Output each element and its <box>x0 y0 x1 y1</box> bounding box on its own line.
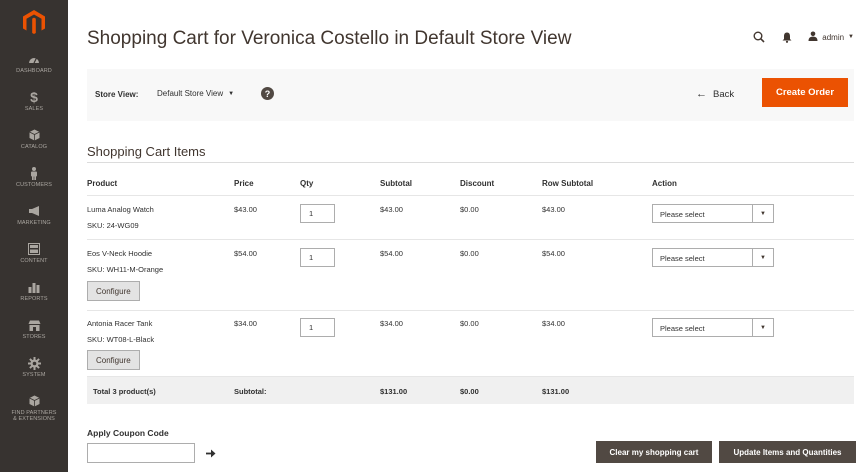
chevron-down-icon: ▼ <box>848 34 854 40</box>
product-sku: SKU: 24-WG09 <box>87 221 139 230</box>
col-product: Product <box>87 179 118 188</box>
row-subtotal-value: $43.00 <box>380 205 403 214</box>
back-label: Back <box>713 88 735 100</box>
table-footer: Total 3 product(s) Subtotal: $131.00 $0.… <box>87 376 854 404</box>
col-discount: Discount <box>460 179 495 188</box>
action-select-value: Please select <box>660 210 705 219</box>
sidebar-item-marketing[interactable]: Marketing <box>0 196 68 234</box>
sidebar-item-system[interactable]: System <box>0 348 68 386</box>
magento-logo[interactable] <box>0 0 68 44</box>
sidebar-item-content[interactable]: Content <box>0 234 68 272</box>
clear-cart-button[interactable]: Clear my shopping cart <box>596 441 712 463</box>
caret-down-icon: ▼ <box>228 90 235 97</box>
sidebar-item-dashboard[interactable]: Dashboard <box>0 44 68 82</box>
section-divider <box>87 162 854 163</box>
update-items-button[interactable]: Update Items and Quantities <box>719 441 856 463</box>
product-price: $43.00 <box>234 205 257 214</box>
product-price: $34.00 <box>234 319 257 328</box>
help-icon[interactable]: ? <box>261 87 274 100</box>
qty-input[interactable] <box>300 318 335 337</box>
sidebar-item-catalog[interactable]: Catalog <box>0 120 68 158</box>
subtotal-label: Subtotal: <box>234 387 267 396</box>
gear-icon <box>27 356 41 370</box>
product-sku: SKU: WT08-L-Black <box>87 335 155 344</box>
col-subtotal: Subtotal <box>380 179 412 188</box>
arrow-left-icon: ← <box>696 88 707 100</box>
product-sku: SKU: WH11-M-Orange <box>87 265 164 274</box>
table-row: Antonia Racer Tank SKU: WT08-L-Black Con… <box>87 310 854 376</box>
search-icon[interactable] <box>752 30 766 44</box>
page-actions-bar: Store View: Default Store View ▼ ? ← Bac… <box>87 69 854 121</box>
megaphone-icon <box>27 204 41 218</box>
store-view-switcher[interactable]: Default Store View ▼ <box>157 89 234 98</box>
back-button[interactable]: ← Back <box>696 88 734 100</box>
sidebar-item-stores[interactable]: Stores <box>0 310 68 348</box>
table-row: Eos V-Neck Hoodie SKU: WH11-M-Orange Con… <box>87 239 854 310</box>
caret-down-icon: ▼ <box>752 249 773 266</box>
sidebar-item-reports[interactable]: Reports <box>0 272 68 310</box>
caret-down-icon: ▼ <box>752 205 773 222</box>
qty-input[interactable] <box>300 248 335 267</box>
coupon-title: Apply Coupon Code <box>87 428 169 438</box>
product-name: Luma Analog Watch <box>87 205 154 214</box>
action-select[interactable]: Please select ▼ <box>652 204 774 223</box>
row-total-value: $43.00 <box>542 205 565 214</box>
user-name: admin <box>822 32 845 42</box>
action-select-value: Please select <box>660 254 705 263</box>
admin-sidebar: Dashboard $ Sales Catalog Customers Mark… <box>0 0 68 472</box>
caret-down-icon: ▼ <box>752 319 773 336</box>
coupon-code-input[interactable] <box>87 443 195 463</box>
sidebar-item-customers[interactable]: Customers <box>0 158 68 196</box>
magento-logo-icon <box>23 10 45 34</box>
row-total-value: $34.00 <box>542 319 565 328</box>
footer-row-subtotal: $131.00 <box>542 387 570 396</box>
product-name: Antonia Racer Tank <box>87 319 153 328</box>
sidebar-item-sales[interactable]: $ Sales <box>0 82 68 120</box>
col-qty: Qty <box>300 179 314 188</box>
col-row-subtotal: Row Subtotal <box>542 179 594 188</box>
product-name: Eos V-Neck Hoodie <box>87 249 153 258</box>
footer-discount: $0.00 <box>460 387 479 396</box>
user-menu[interactable]: admin ▼ <box>808 31 854 43</box>
action-select[interactable]: Please select ▼ <box>652 248 774 267</box>
dollar-icon: $ <box>30 89 38 105</box>
action-select[interactable]: Please select ▼ <box>652 318 774 337</box>
table-header: Product Price Qty Subtotal Discount Row … <box>87 175 854 195</box>
row-discount-value: $0.00 <box>460 319 479 328</box>
configure-button[interactable]: Configure <box>87 281 140 301</box>
col-price: Price <box>234 179 254 188</box>
app: Dashboard $ Sales Catalog Customers Mark… <box>0 0 866 472</box>
create-order-button[interactable]: Create Order <box>762 78 848 107</box>
total-products: Total 3 product(s) <box>93 387 156 396</box>
person-icon <box>27 166 41 180</box>
row-total-value: $54.00 <box>542 249 565 258</box>
dashboard-icon <box>27 52 41 66</box>
row-subtotal-value: $54.00 <box>380 249 403 258</box>
qty-input[interactable] <box>300 204 335 223</box>
bell-icon[interactable] <box>780 30 794 44</box>
cart-items-table: Product Price Qty Subtotal Discount Row … <box>87 175 854 404</box>
store-icon <box>27 318 41 332</box>
cube-icon <box>27 394 41 408</box>
action-select-value: Please select <box>660 324 705 333</box>
footer-subtotal: $131.00 <box>380 387 408 396</box>
layout-icon <box>27 242 41 256</box>
store-view-label: Store View: <box>95 90 139 99</box>
store-view-value: Default Store View <box>157 89 224 98</box>
table-row: Luma Analog Watch SKU: 24-WG09 $43.00 $4… <box>87 195 854 239</box>
bar-chart-icon <box>27 280 41 294</box>
sidebar-item-partners[interactable]: Find Partners & Extensions <box>0 386 68 430</box>
user-icon <box>808 31 818 43</box>
arrow-right-icon[interactable] <box>205 446 217 460</box>
row-discount-value: $0.00 <box>460 249 479 258</box>
col-action: Action <box>652 179 677 188</box>
row-subtotal-value: $34.00 <box>380 319 403 328</box>
configure-button[interactable]: Configure <box>87 350 140 370</box>
cube-icon <box>27 128 41 142</box>
page-title: Shopping Cart for Veronica Costello in D… <box>87 28 572 49</box>
row-discount-value: $0.00 <box>460 205 479 214</box>
section-title: Shopping Cart Items <box>87 144 206 159</box>
header-actions: admin ▼ <box>752 30 854 44</box>
product-price: $54.00 <box>234 249 257 258</box>
